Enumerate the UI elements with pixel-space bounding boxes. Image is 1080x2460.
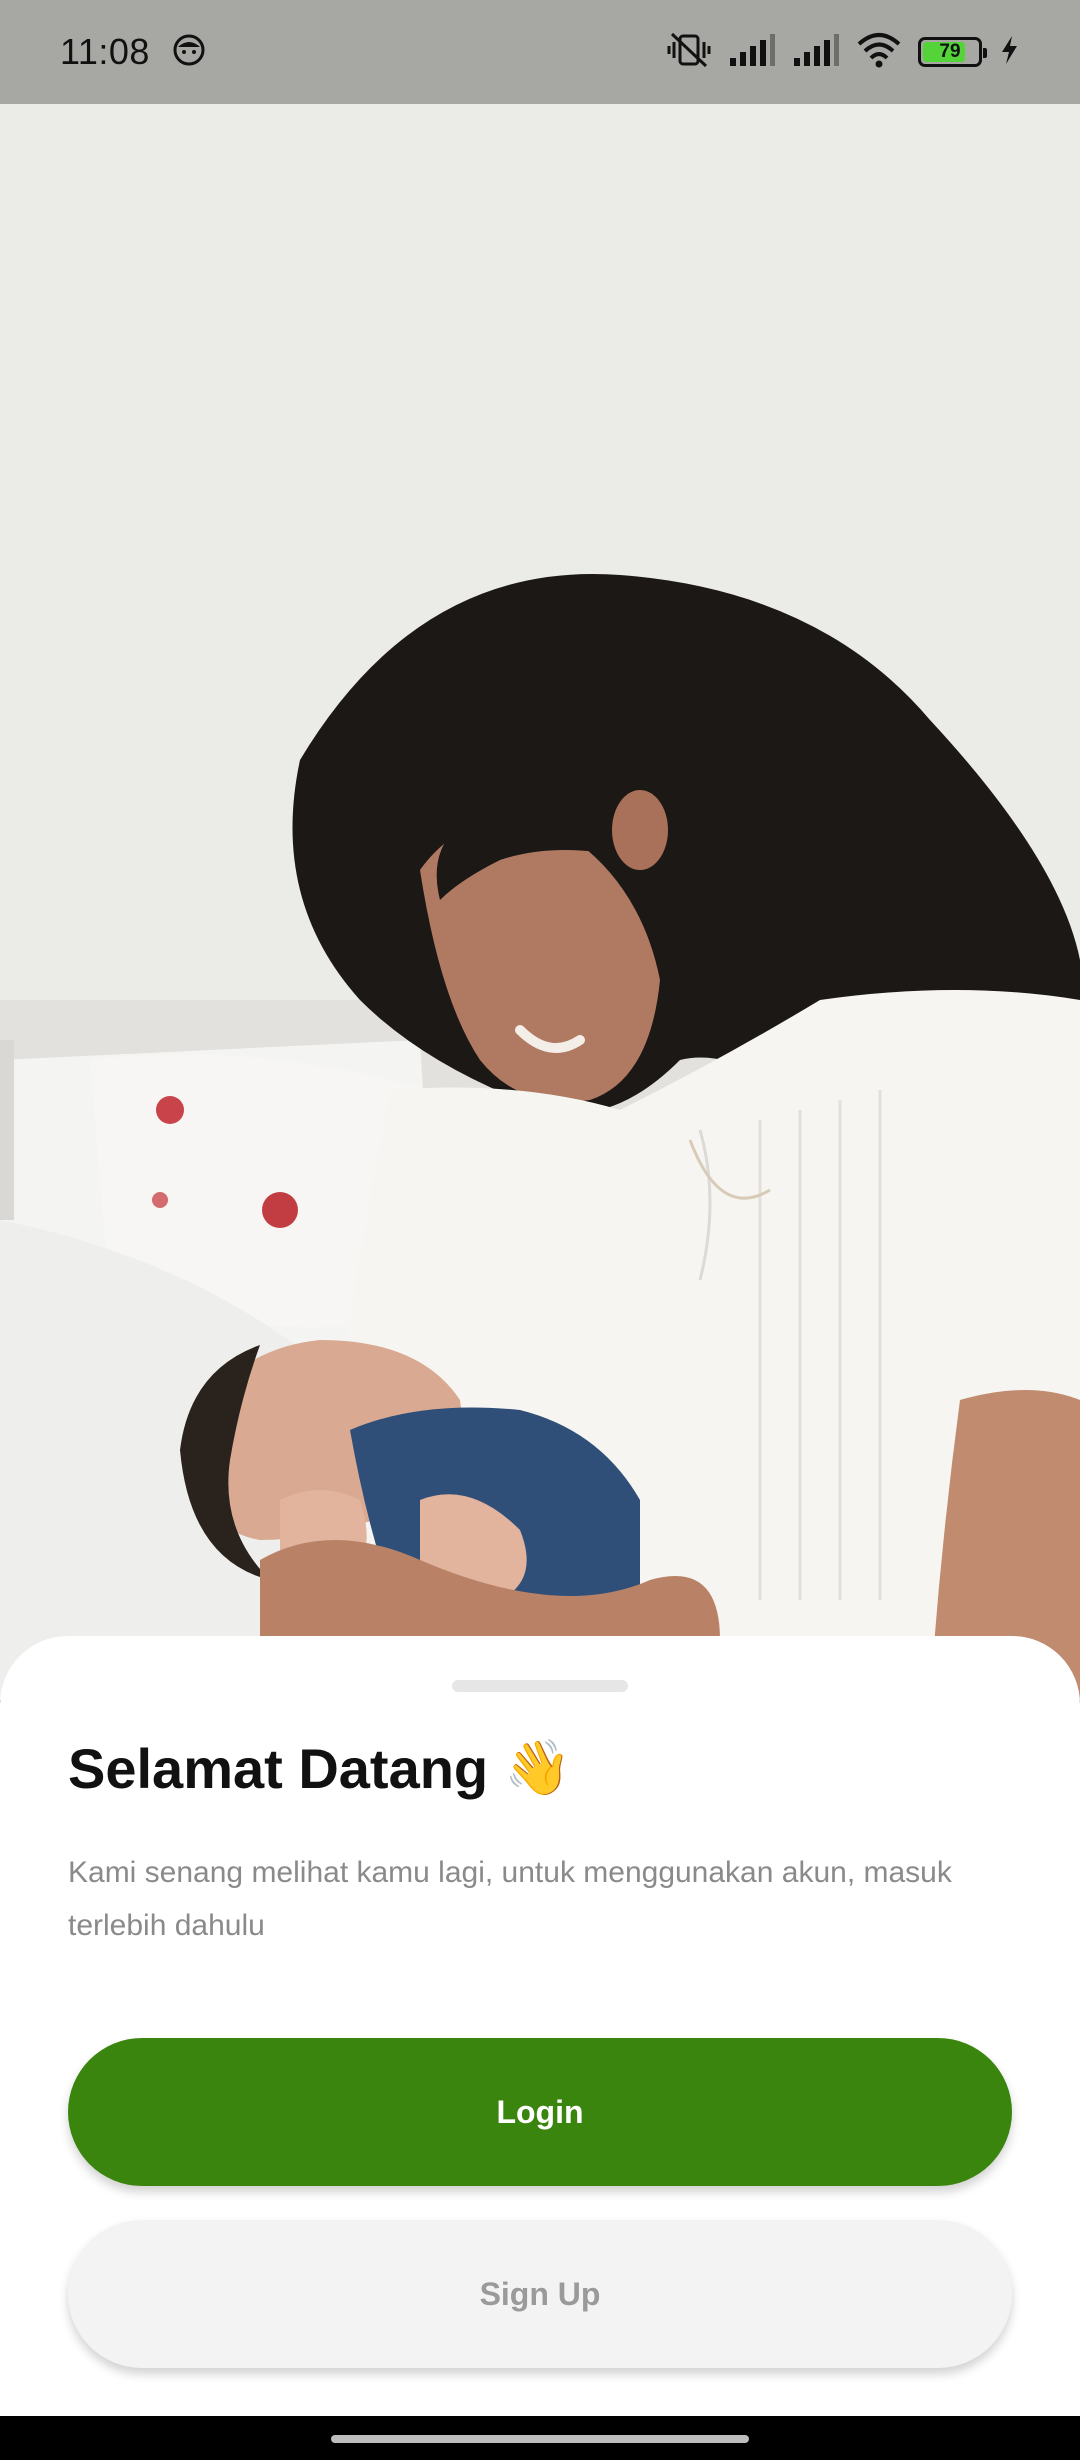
welcome-sheet: Selamat Datang 👋 Kami senang melihat kam… xyxy=(0,1636,1080,2416)
waving-hand-icon: 👋 xyxy=(504,1738,572,1798)
status-bar: 11:08 79 xyxy=(0,0,1080,104)
status-right: 79 xyxy=(666,30,1020,75)
signal-icon xyxy=(792,32,840,73)
signup-button[interactable]: Sign Up xyxy=(68,2220,1012,2368)
title-text: Selamat Datang xyxy=(68,1737,489,1800)
page-title: Selamat Datang 👋 xyxy=(68,1736,571,1801)
mother-baby-illustration xyxy=(0,0,1080,1700)
charging-bolt-icon xyxy=(998,34,1020,71)
hero-photo xyxy=(0,0,1080,1700)
status-left: 11:08 xyxy=(60,31,206,73)
sheet-drag-handle[interactable] xyxy=(452,1680,628,1692)
signal-icon xyxy=(728,32,776,73)
navigation-bar xyxy=(0,2416,1080,2460)
battery-icon: 79 xyxy=(918,37,987,67)
vibrate-off-icon xyxy=(666,30,712,75)
welcome-subtitle: Kami senang melihat kamu lagi, untuk men… xyxy=(68,1856,952,1942)
login-button[interactable]: Login xyxy=(68,2038,1012,2186)
status-time: 11:08 xyxy=(60,31,150,72)
home-gesture-handle[interactable] xyxy=(331,2435,749,2443)
wifi-icon xyxy=(856,32,902,73)
face-icon xyxy=(172,33,206,72)
battery-level: 79 xyxy=(939,41,961,62)
